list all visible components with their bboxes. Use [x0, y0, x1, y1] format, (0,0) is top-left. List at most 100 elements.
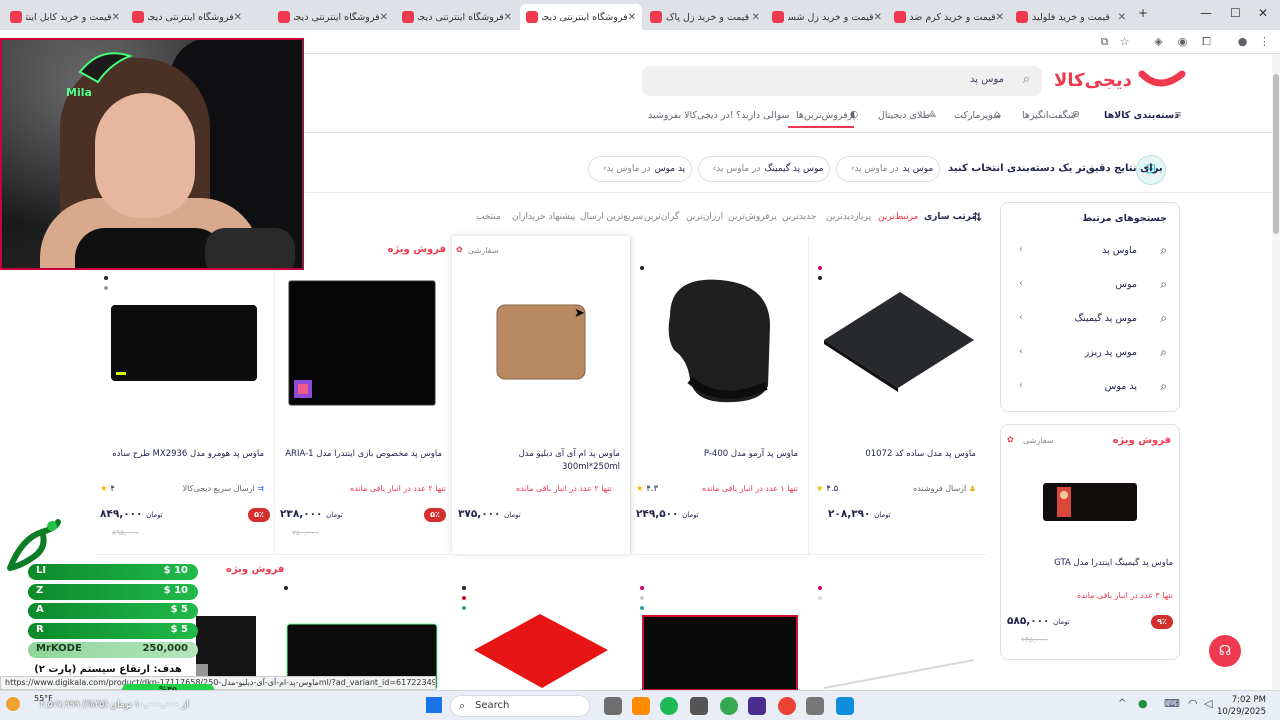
settings-gear-icon[interactable] — [806, 697, 824, 715]
chip-pad-mouse[interactable]: ‹ در ماوس پد پد موس — [588, 156, 692, 182]
nav-gold[interactable]: طلای دیجیتال — [878, 110, 930, 121]
product-card-hovered[interactable]: سفارشی ✿ ➤ ماوس پد ام آی آی دبلیو مدل 30… — [452, 236, 630, 554]
taskbar-clock[interactable]: 7:02 PM 10/29/2025 — [1217, 694, 1266, 718]
wifi-icon[interactable]: ◠ — [1188, 697, 1198, 710]
app-icon[interactable] — [690, 697, 708, 715]
leaderboard-row: A $ 5 — [28, 603, 198, 619]
profile-avatar-icon[interactable]: ● — [1236, 35, 1249, 48]
hamburger-icon[interactable]: ≡ — [1174, 109, 1182, 120]
sort-bestselling[interactable]: پرفروش‌ترین — [728, 212, 777, 222]
tab-close-icon[interactable]: ✕ — [380, 12, 388, 23]
related-item[interactable]: ⌕ موس پد ریزر ‹ — [1001, 337, 1181, 371]
sort-most-expensive[interactable]: گران‌ترین — [644, 212, 679, 222]
sort-buyer-suggestion[interactable]: پیشنهاد خریداران — [512, 212, 575, 222]
color-dot — [640, 606, 644, 610]
related-item[interactable]: ⌕ پد موس ‹ — [1001, 371, 1181, 405]
search-icon: ⌕ — [1160, 345, 1167, 359]
color-dot — [104, 276, 108, 280]
spotify-icon[interactable] — [660, 697, 678, 715]
product-image — [824, 292, 974, 392]
donation-goal-amount: ۴,۵۱۷,۹۹۹ از ۱۰,۰۰۰,۰۰۰ تومان (۴۵%) — [40, 700, 189, 710]
related-item[interactable]: ⌕ موس پد گیمینگ ‹ — [1001, 303, 1181, 337]
keyboard-lang-icon[interactable]: ⌨ — [1164, 697, 1180, 710]
new-tab-button[interactable]: + — [1138, 6, 1148, 20]
sort-most-viewed[interactable]: پربازدیدترین — [826, 212, 871, 222]
task-view-icon[interactable] — [604, 697, 622, 715]
tab-close-icon[interactable]: ✕ — [996, 12, 1004, 23]
product-card[interactable]: ماوس پد آرمو مدل P-400 تنها ۱ عدد در انب… — [630, 236, 808, 554]
sort-cheapest[interactable]: ارزان‌ترین — [686, 212, 723, 222]
speaker-icon[interactable]: ◁ — [1204, 697, 1212, 710]
sort-fastest-shipping[interactable]: سریع‌ترین ارسال — [580, 212, 643, 222]
stock-warning: تنها ۲ عدد در انبار باقی مانده — [516, 484, 612, 493]
search-icon: ⌕ — [1160, 379, 1167, 393]
nav-amazing[interactable]: شگفت‌انگیزها — [1022, 110, 1076, 121]
digikala-logo[interactable]: دیجی‌کالا — [1054, 66, 1186, 94]
maximize-icon[interactable]: ☐ — [1230, 6, 1241, 20]
tab-8[interactable]: قیمت و خرید فلولید ✕ — [1010, 4, 1132, 30]
chip-gaming-mouse-pad[interactable]: ‹ در ماوس پد موس پد گیمینگ — [698, 156, 830, 182]
tab-0[interactable]: قیمت و خرید کابل اینترنت✕ — [4, 4, 126, 30]
tab-2[interactable]: فروشگاه اینترنتی دیجی‌کالا✕ — [272, 4, 394, 30]
chrome-active-icon[interactable] — [778, 697, 796, 715]
color-dot — [818, 596, 822, 600]
bookmark-star-icon[interactable]: ☆ — [1118, 35, 1131, 48]
support-chat-button[interactable]: ☊ — [1209, 635, 1241, 667]
mic-tray-icon[interactable]: ● — [1138, 697, 1148, 710]
sort-label: مرتب سازی: — [924, 212, 981, 222]
browser-tab-strip: قیمت و خرید کابل اینترنت✕ فروشگاه اینترن… — [0, 0, 1280, 30]
sort-newest[interactable]: جدیدترین — [782, 212, 816, 222]
tab-close-icon[interactable]: ✕ — [874, 12, 882, 23]
product-card[interactable]: فروش ویژه ماوس پد مخصوص بازی اینتدرا مدل… — [274, 236, 452, 554]
minimize-icon[interactable]: — — [1200, 6, 1212, 20]
search-icon: ⌕ — [1022, 72, 1030, 87]
app-icon[interactable] — [836, 697, 854, 715]
tray-chevron-up-icon[interactable]: ^ — [1118, 698, 1126, 709]
app-icon[interactable] — [632, 697, 650, 715]
tab-5[interactable]: قیمت و خرید زل پاک ✕ — [644, 4, 766, 30]
browser-menu-icon[interactable]: ⋮ — [1258, 35, 1271, 48]
extensions-puzzle-icon[interactable]: ⧠ — [1200, 35, 1213, 48]
tab-close-icon[interactable]: ✕ — [504, 12, 512, 23]
extension-icon[interactable]: ◉ — [1176, 35, 1189, 48]
product-card[interactable]: ماوس پد هومرو مدل MX2936 طرح ساده ارسال … — [96, 236, 274, 554]
install-app-icon[interactable]: ⧉ — [1098, 35, 1111, 48]
custom-tag-icon: ✿ — [1007, 435, 1014, 444]
page-scrollbar[interactable] — [1272, 54, 1280, 690]
weather-icon — [6, 697, 20, 711]
tab-close-icon[interactable]: ✕ — [234, 12, 242, 23]
windows-start-icon[interactable] — [426, 697, 442, 713]
sort-relevant[interactable]: مرتبط‌ترین — [878, 212, 918, 222]
shipping-info: ارسال فروشنده ♟ — [913, 484, 976, 493]
tab-7[interactable]: قیمت و خرید کرم ضد ✕ — [888, 4, 1010, 30]
chip-mouse-pad[interactable]: ‹ در ماوس پد موس پد — [836, 156, 940, 182]
search-input[interactable]: ⌕ موس پد — [642, 66, 1042, 96]
tab-6[interactable]: قیمت و خرید زل شست ✕ — [766, 4, 888, 30]
special-offer-card[interactable]: فروش ویژه سفارشی ✿ ماوس پد گیمینگ اینتدر… — [1000, 424, 1180, 660]
color-dot — [462, 586, 466, 590]
nav-faq[interactable]: سوالی دارید؟ — [736, 110, 789, 121]
nav-sell[interactable]: در دیجی‌کالا بفروشید! — [648, 110, 734, 121]
tab-close-icon[interactable]: ✕ — [1118, 12, 1126, 23]
tab-close-icon[interactable]: ✕ — [752, 12, 760, 23]
chrome-icon[interactable] — [720, 697, 738, 715]
chevron-left-icon: ‹ — [1019, 346, 1023, 357]
stock-warning: تنها ۲ عدد در انبار باقی مانده — [350, 484, 446, 493]
tab-close-icon[interactable]: ✕ — [112, 12, 120, 23]
extension-icon[interactable]: ◈ — [1152, 35, 1165, 48]
chevron-left-icon: ‹ — [1019, 312, 1023, 323]
product-card[interactable]: ماوس پد مدل ساده کد 01072 ارسال فروشنده … — [808, 236, 986, 554]
related-item[interactable]: ⌕ ماوس پد ‹ — [1001, 235, 1181, 269]
tab-1[interactable]: فروشگاه اینترنتی دیجی‌کالا✕ — [126, 4, 248, 30]
close-window-icon[interactable]: ✕ — [1258, 6, 1268, 20]
tab-3[interactable]: فروشگاه اینترنتی دیجی‌کالا✕ — [396, 4, 518, 30]
nav-categories[interactable]: دسته‌بندی کالاها — [1104, 110, 1179, 121]
taskbar-search[interactable]: ⌕ Search — [450, 695, 590, 717]
tab-4-active[interactable]: فروشگاه اینترنتی دیجی‌کالا✕ — [520, 4, 642, 30]
scrollbar-thumb[interactable] — [1273, 74, 1279, 234]
related-item[interactable]: ⌕ موس ‹ — [1001, 269, 1181, 303]
nav-bestsellers[interactable]: پرفروش‌ترین‌ها — [796, 110, 856, 121]
tab-close-icon[interactable]: ✕ — [628, 12, 636, 23]
sort-selected[interactable]: منتخب — [476, 212, 501, 222]
rider-icon[interactable] — [748, 697, 766, 715]
